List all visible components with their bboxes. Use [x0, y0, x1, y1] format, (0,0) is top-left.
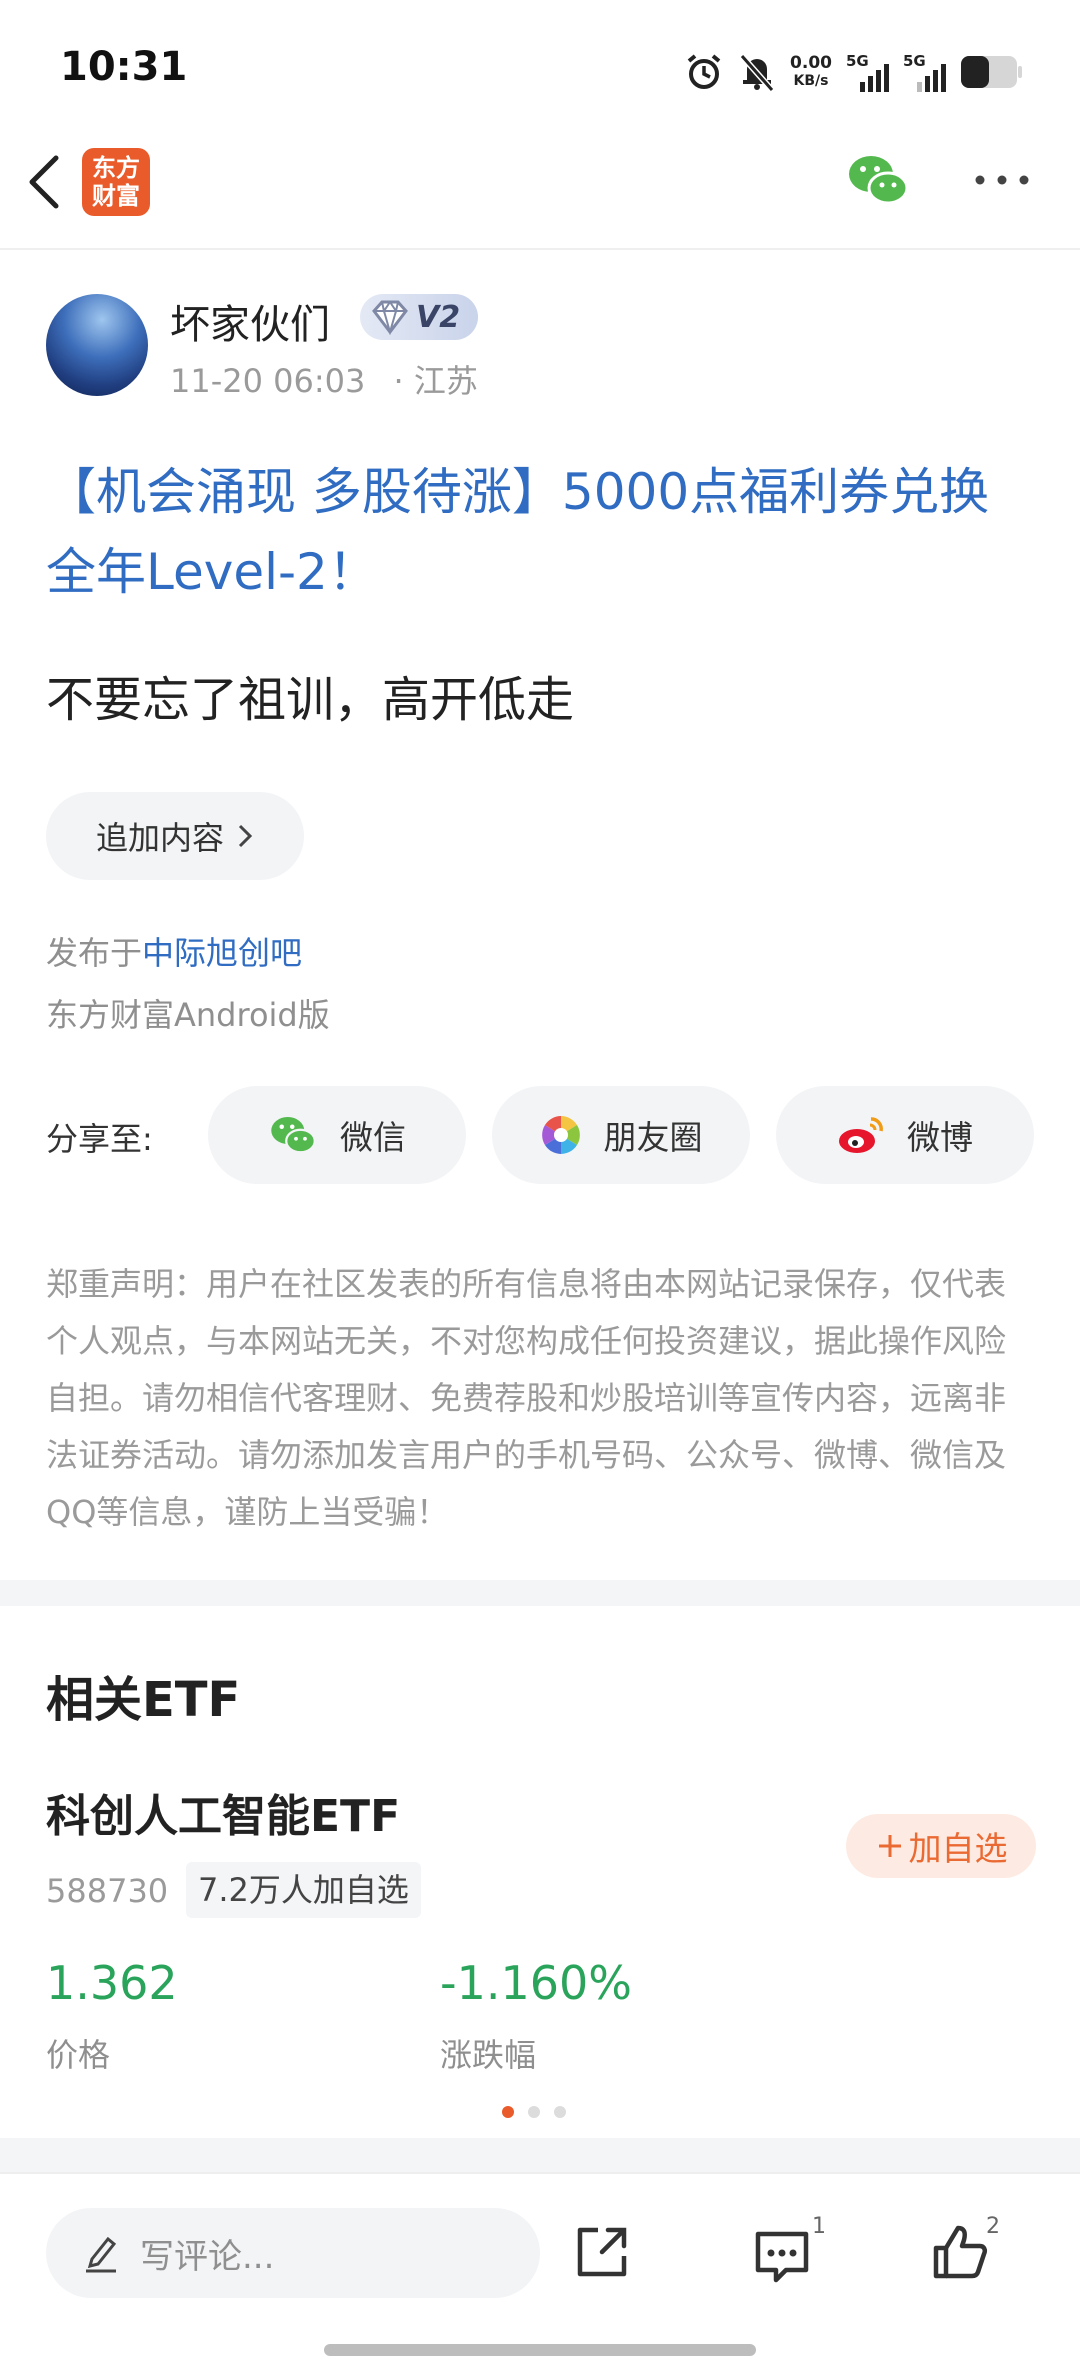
- share-wechat-button[interactable]: 微信: [208, 1086, 466, 1184]
- plus-icon: [878, 1835, 901, 1857]
- add-to-watchlist-button[interactable]: 加自选: [846, 1814, 1036, 1878]
- mute-bell-icon: [739, 54, 775, 92]
- weibo-icon: [839, 1117, 883, 1153]
- share-weibo-button[interactable]: 微博: [776, 1086, 1034, 1184]
- wechat-icon: [271, 1117, 316, 1154]
- author-name[interactable]: 坏家伙们: [170, 292, 330, 350]
- more-options-icon[interactable]: [972, 170, 1032, 190]
- status-icons: 0.00 KB/s 5G 5G: [684, 50, 1024, 94]
- share-label: 分享至:: [46, 1120, 153, 1158]
- section-divider: [0, 2138, 1080, 2172]
- etf-followers-badge: 7.2万人加自选: [186, 1862, 421, 1918]
- post-meta: 11-20 06:03 · 江苏: [170, 356, 478, 402]
- net-speed: 0.00 KB/s: [790, 53, 832, 89]
- client-source: 东方财富Android版: [46, 996, 330, 1034]
- share-moments-button[interactable]: 朋友圈: [492, 1086, 750, 1184]
- etf-price-label: 价格: [46, 2036, 111, 2074]
- vip-level-badge: V2: [360, 294, 478, 340]
- home-indicator[interactable]: [324, 2344, 756, 2356]
- alarm-icon: [687, 54, 721, 89]
- chevron-right-icon: [238, 824, 253, 848]
- append-content-button[interactable]: 追加内容: [46, 792, 304, 880]
- page-dot: [528, 2106, 540, 2118]
- etf-price: 1.362: [46, 1956, 178, 2010]
- comment-input[interactable]: 写评论...: [46, 2208, 540, 2298]
- etf-change: -1.160%: [440, 1956, 632, 2010]
- section-divider: [0, 1580, 1080, 1606]
- disclaimer-text: 郑重声明：用户在社区发表的所有信息将由本网站记录保存，仅代表个人观点，与本网站无…: [46, 1265, 1007, 1531]
- top-nav-bar: [0, 140, 1080, 250]
- related-etf-heading: 相关ETF: [46, 1672, 241, 1728]
- like-count: 2: [986, 2214, 1000, 2239]
- back-arrow-icon[interactable]: [22, 152, 66, 212]
- page-dot: [554, 2106, 566, 2118]
- append-content-label: 追加内容: [95, 819, 224, 857]
- post-location: · 江苏: [393, 362, 478, 400]
- moments-icon: [541, 1116, 580, 1154]
- forum-link[interactable]: 中际旭创吧: [142, 934, 302, 972]
- etf-code: 588730: [46, 1872, 169, 1910]
- published-in: 发布于中际旭创吧: [46, 934, 303, 972]
- share-out-icon[interactable]: [572, 2222, 632, 2282]
- like-thumb-icon[interactable]: [930, 2222, 990, 2282]
- pencil-icon: [86, 2236, 117, 2273]
- signal-1: 5G: [846, 52, 889, 92]
- comment-placeholder: 写评论...: [140, 2236, 275, 2277]
- post-body: 不要忘了祖训，高开低走: [46, 672, 575, 728]
- page-dot-active: [502, 2106, 514, 2118]
- author-avatar[interactable]: [46, 294, 148, 396]
- status-time: 10:31: [60, 44, 188, 90]
- battery-icon: [961, 56, 1022, 88]
- etf-change-label: 涨跌幅: [440, 2036, 537, 2074]
- comment-count: 1: [812, 2214, 826, 2239]
- wechat-share-icon[interactable]: [846, 152, 910, 208]
- post-title-link[interactable]: 【机会涌现 多股待涨】5000点福利券兑换全年Level-2！: [46, 452, 1036, 612]
- signal-2: 5G: [903, 52, 946, 92]
- post-timestamp: 11-20 06:03: [170, 362, 366, 400]
- eastmoney-logo[interactable]: 东方 财富: [82, 148, 150, 216]
- vip-level-text: V2: [416, 299, 461, 335]
- diamond-icon: [372, 300, 408, 335]
- comment-icon[interactable]: [752, 2226, 812, 2286]
- etf-name[interactable]: 科创人工智能ETF: [46, 1780, 400, 1844]
